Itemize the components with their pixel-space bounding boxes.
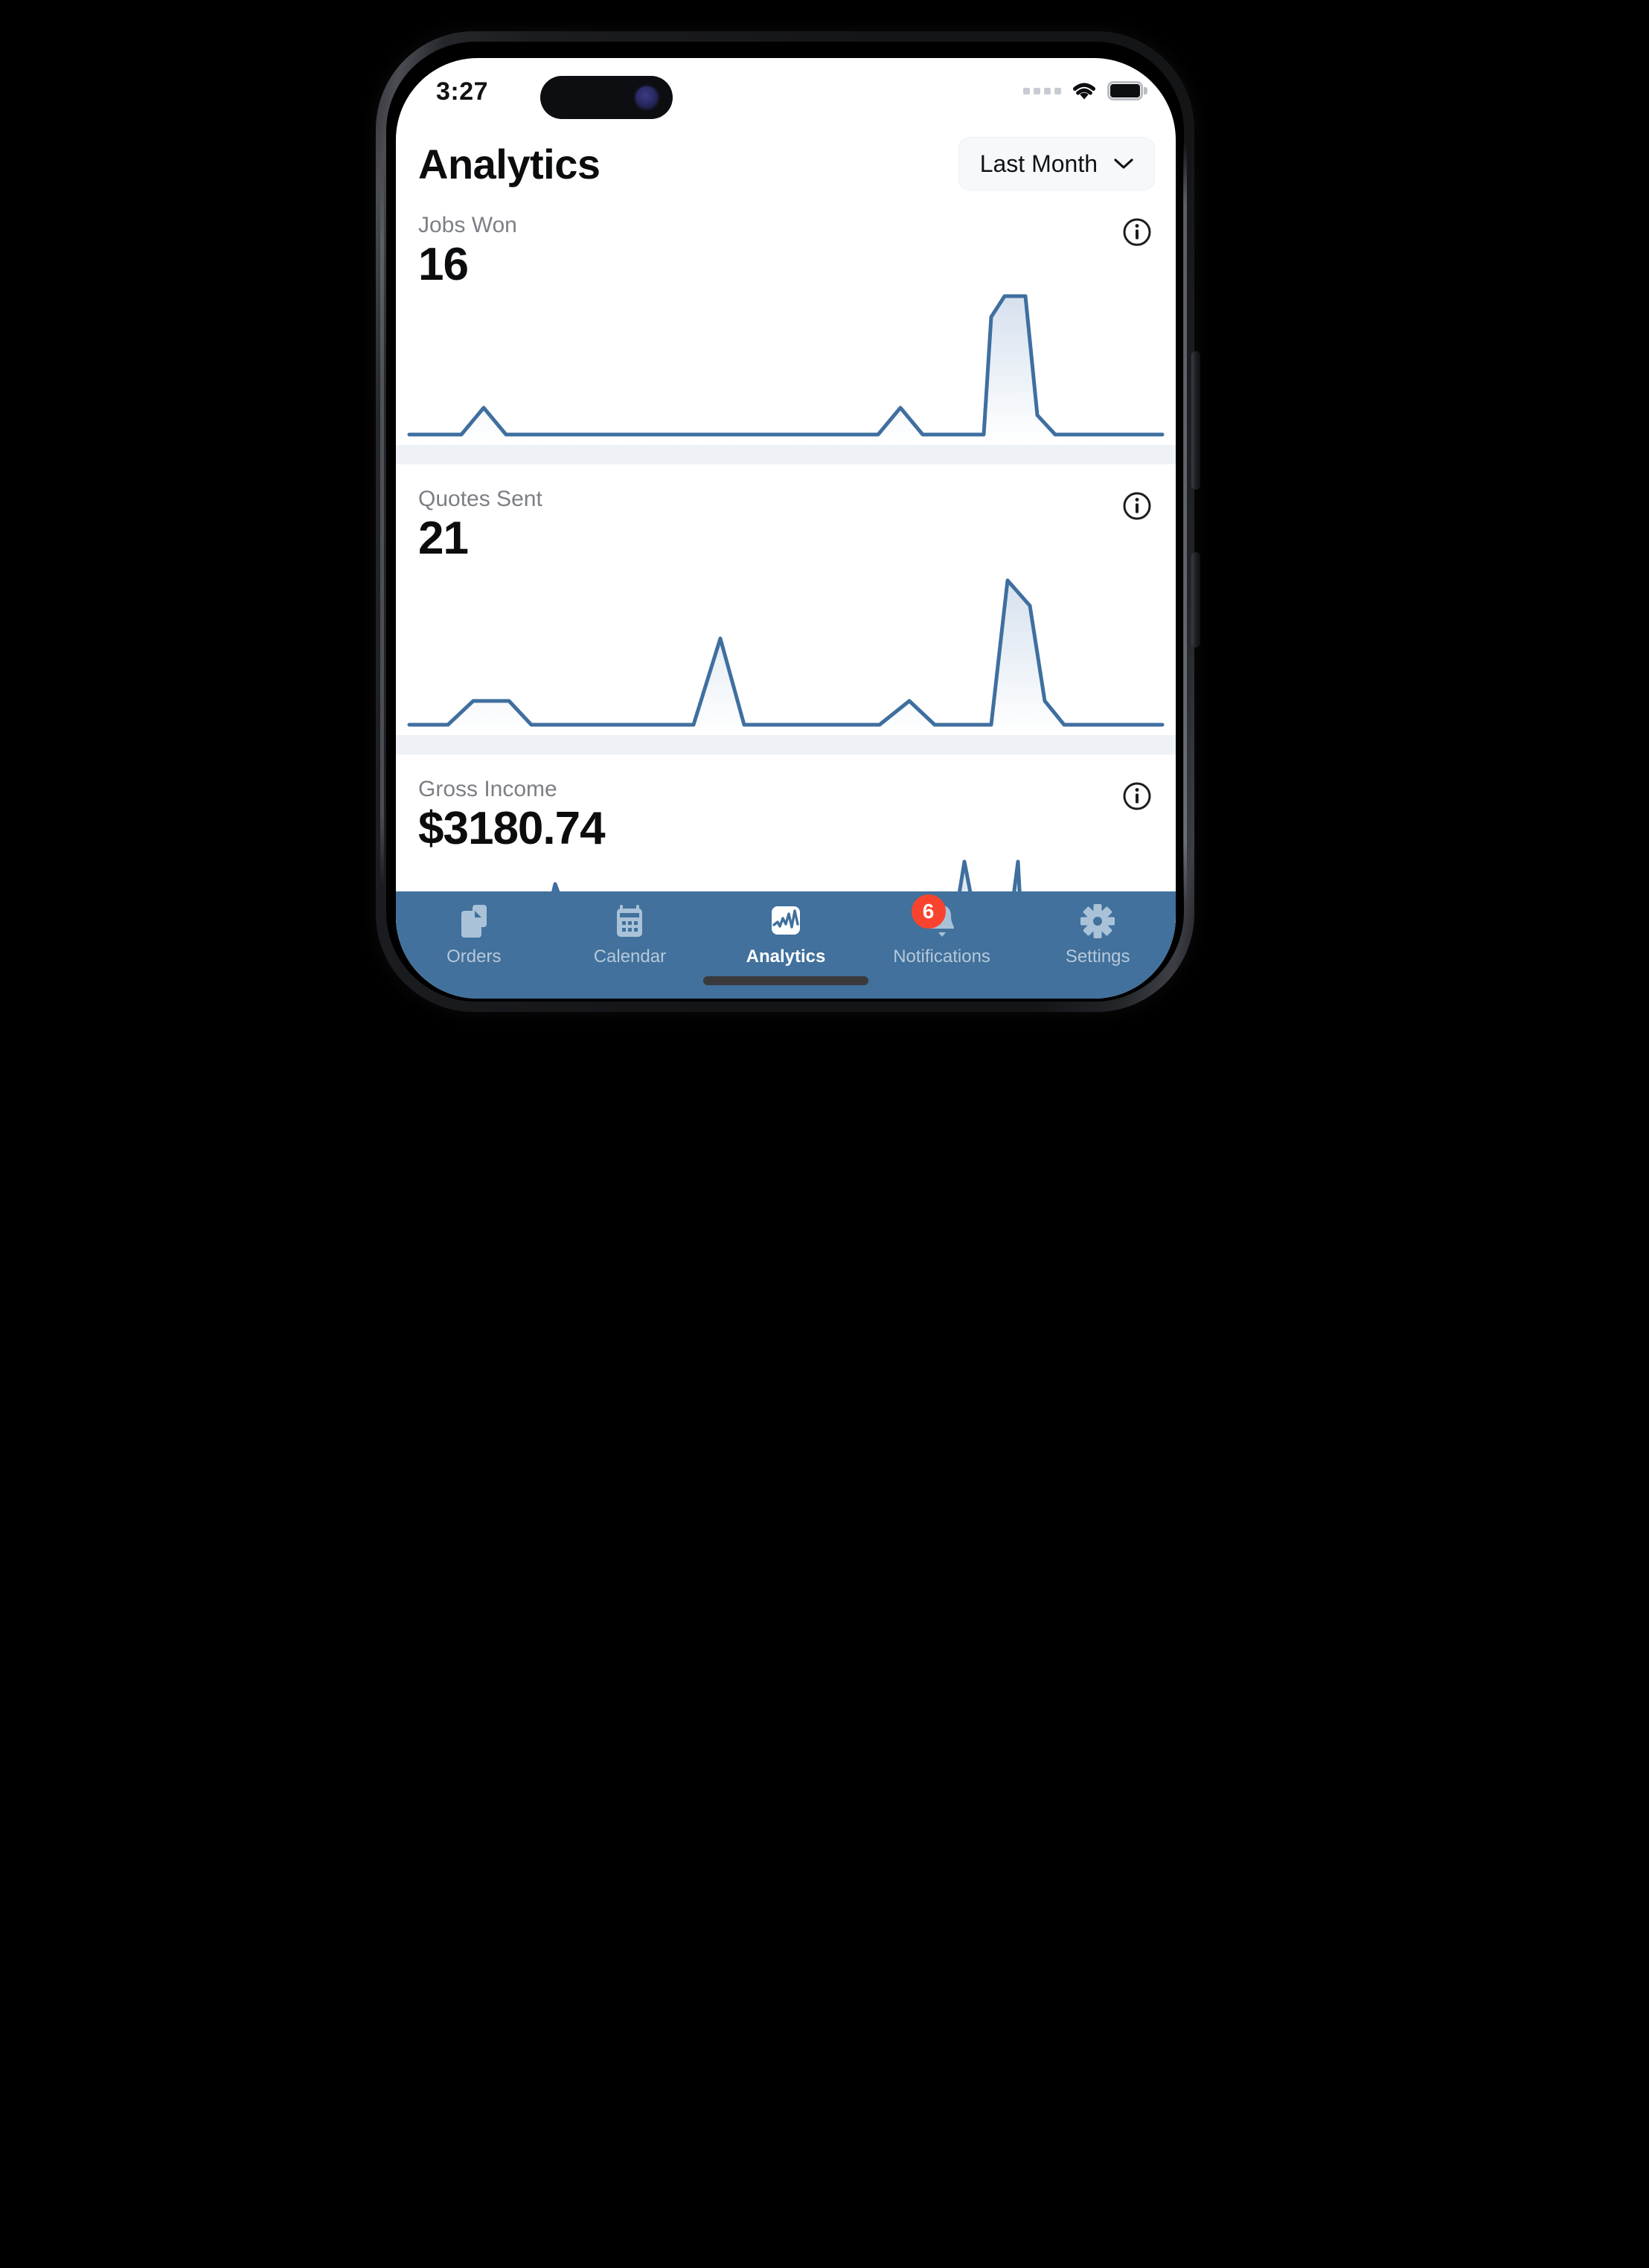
card-label: Quotes Sent (418, 487, 542, 511)
tab-orders[interactable]: Orders (403, 902, 545, 967)
info-icon[interactable] (1122, 491, 1152, 521)
metric-card-quotes-sent[interactable]: Quotes Sent 21 (396, 475, 1176, 755)
documents-icon (455, 902, 493, 941)
line-chart-icon (766, 902, 805, 941)
phone-screen: 3:27 Analytics Last Month Jobs Won 16 Qu… (376, 46, 1265, 999)
chart-quotes-sent (396, 564, 1176, 735)
card-label: Jobs Won (418, 213, 517, 237)
tab-notifications[interactable]: 6 Notifications (871, 894, 1013, 967)
notification-badge: 6 (911, 894, 946, 929)
info-icon[interactable] (1122, 781, 1152, 811)
tab-label: Calendar (593, 946, 667, 967)
gear-icon (1078, 902, 1117, 941)
card-value: 21 (418, 513, 469, 564)
card-footer-band (396, 735, 1176, 755)
card-divider (396, 464, 1176, 475)
card-header: Jobs Won 16 (396, 201, 1176, 290)
card-divider (396, 755, 1176, 765)
metric-card-list: Jobs Won 16 Quotes Sent 21 Gross Income … (396, 201, 1176, 999)
page-header: Analytics Last Month (396, 126, 1176, 201)
date-range-label: Last Month (979, 150, 1098, 177)
home-indicator[interactable] (703, 976, 868, 985)
card-header: Gross Income $3180.74 (396, 765, 1176, 854)
tab-label: Analytics (746, 946, 826, 967)
app-viewport: 3:27 Analytics Last Month Jobs Won 16 Qu… (396, 58, 1176, 999)
battery-icon (1107, 81, 1147, 100)
bottom-tab-bar: Orders Calendar Analytics 6 Notification… (396, 891, 1176, 999)
card-label: Gross Income (418, 777, 557, 801)
card-value: 16 (418, 239, 469, 290)
chart-jobs-won (396, 290, 1176, 445)
tab-label: Settings (1065, 946, 1130, 967)
card-value: $3180.74 (418, 803, 606, 854)
tab-settings[interactable]: Settings (1027, 902, 1168, 967)
metric-card-jobs-won[interactable]: Jobs Won 16 (396, 201, 1176, 464)
status-bar: 3:27 (396, 58, 1176, 126)
wifi-icon (1070, 80, 1098, 101)
tab-label: Orders (446, 946, 502, 967)
info-icon[interactable] (1122, 217, 1152, 247)
date-range-picker[interactable]: Last Month (958, 137, 1155, 190)
card-header: Quotes Sent 21 (396, 475, 1176, 564)
card-footer-band (396, 445, 1176, 464)
status-icons (1023, 77, 1147, 104)
status-time: 3:27 (436, 77, 489, 106)
tab-calendar[interactable]: Calendar (559, 902, 700, 967)
chevron-down-icon (1114, 158, 1133, 170)
cellular-dots-icon (1023, 87, 1061, 94)
dynamic-island (540, 76, 673, 119)
page-title: Analytics (418, 140, 601, 188)
tab-label: Notifications (893, 946, 990, 967)
calendar-icon (610, 902, 649, 941)
front-camera-icon (635, 86, 658, 109)
tab-analytics[interactable]: Analytics (715, 902, 856, 967)
